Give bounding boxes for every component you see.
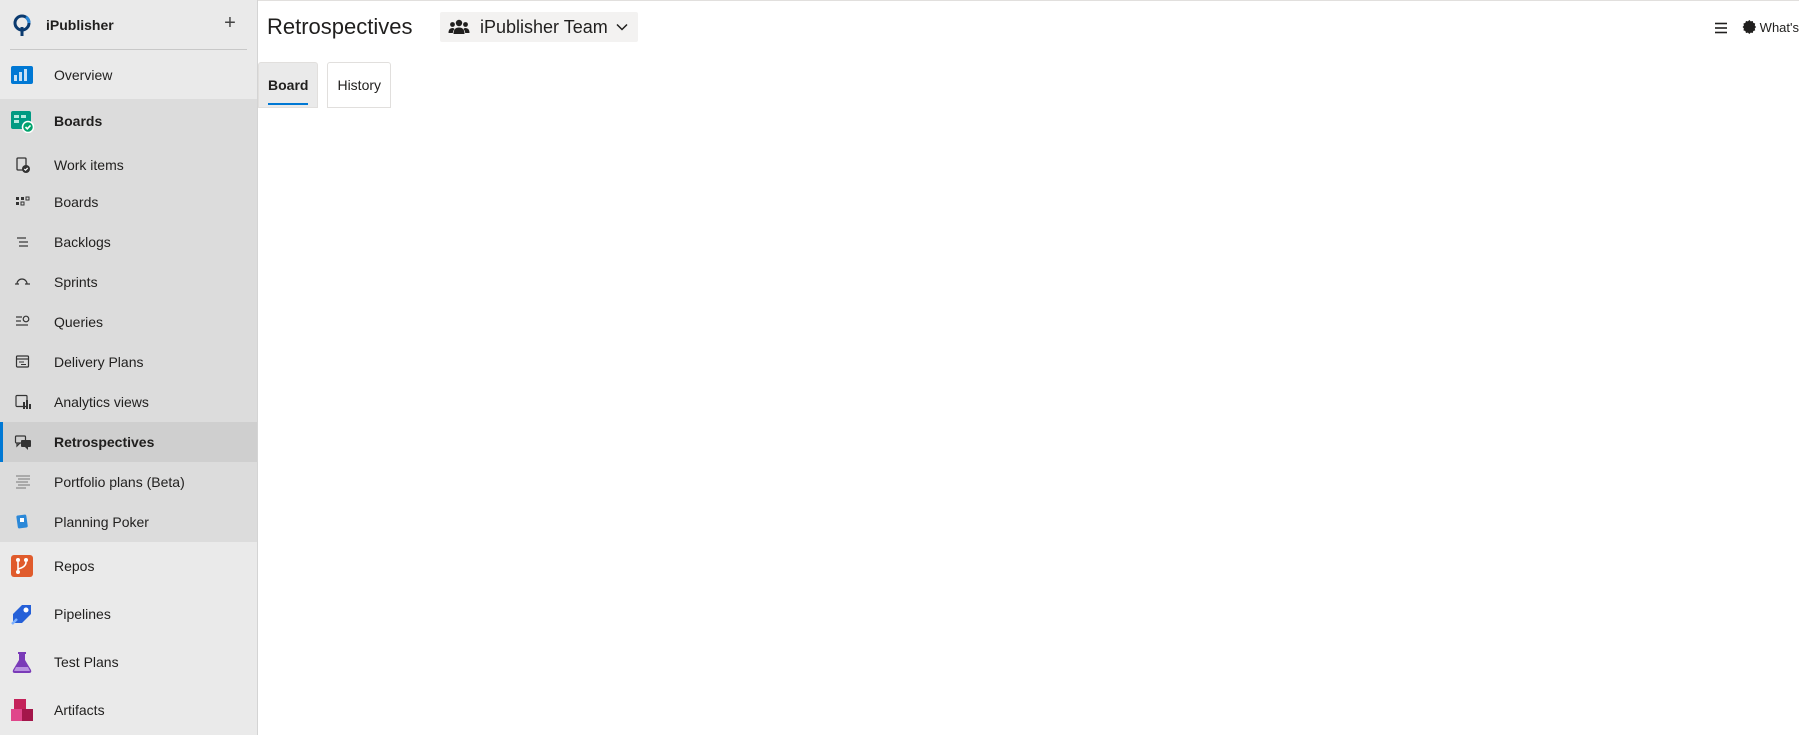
- nav-test-plans-label: Test Plans: [54, 654, 119, 670]
- divider: [10, 49, 247, 50]
- tab-board[interactable]: Board: [258, 62, 319, 108]
- project-logo-icon: [13, 14, 31, 36]
- nav-pipelines-label: Pipelines: [54, 606, 111, 622]
- nav-pipelines[interactable]: Pipelines: [0, 590, 257, 638]
- team-name: iPublisher Team: [480, 16, 608, 37]
- sprints-icon: [15, 278, 30, 285]
- nav-analytics-views[interactable]: Analytics views: [0, 382, 257, 422]
- badge-icon: [1742, 20, 1756, 35]
- nav-boards-sub[interactable]: Boards: [0, 182, 257, 222]
- nav-work-items-label: Work items: [54, 156, 124, 173]
- nav-overview-label: Overview: [54, 67, 113, 83]
- add-icon[interactable]: +: [219, 13, 241, 35]
- nav-overview[interactable]: Overview: [0, 51, 257, 99]
- retrospectives-icon: [14, 435, 31, 450]
- portfolio-plans-icon: [16, 475, 30, 489]
- tab-history[interactable]: History: [327, 62, 392, 108]
- nav-artifacts[interactable]: Artifacts: [0, 686, 257, 734]
- nav-backlogs-label: Backlogs: [54, 234, 111, 250]
- nav-work-items[interactable]: Work items: [0, 147, 257, 182]
- overview-icon: [11, 66, 33, 84]
- nav-queries[interactable]: Queries: [0, 302, 257, 342]
- nav-boards-label: Boards: [54, 113, 103, 129]
- nav-analytics-views-label: Analytics views: [54, 394, 149, 410]
- nav-repos-label: Repos: [54, 558, 95, 574]
- backlogs-icon: [17, 237, 28, 247]
- nav-boards-sub-label: Boards: [54, 194, 99, 210]
- nav-retrospectives-label: Retrospectives: [54, 434, 155, 450]
- planning-poker-icon: [16, 514, 28, 529]
- nav-planning-poker[interactable]: Planning Poker: [0, 502, 257, 542]
- whats-new-button[interactable]: What's: [1742, 20, 1799, 35]
- boards-icon: [11, 111, 34, 133]
- project-name: iPublisher: [46, 17, 114, 33]
- board-columns-icon: [16, 196, 30, 206]
- work-items-icon: [16, 156, 30, 173]
- artifacts-icon: [11, 699, 33, 721]
- nav-retrospectives[interactable]: Retrospectives: [0, 422, 257, 462]
- page-title: Retrospectives: [267, 14, 413, 39]
- nav-artifacts-label: Artifacts: [54, 702, 105, 718]
- sidebar: iPublisher + Overview Boards Work items …: [0, 0, 258, 735]
- nav-backlogs[interactable]: Backlogs: [0, 222, 257, 262]
- hamburger-menu-icon[interactable]: [1713, 20, 1729, 36]
- boards-group: Boards Work items Boards Backlogs Sprint…: [0, 99, 257, 542]
- board-content-area: [258, 108, 1799, 735]
- team-icon: [448, 19, 470, 34]
- analytics-views-icon: [15, 394, 31, 409]
- nav-boards[interactable]: Boards: [0, 99, 257, 143]
- nav-test-plans[interactable]: Test Plans: [0, 638, 257, 686]
- nav-sprints-label: Sprints: [54, 274, 98, 290]
- nav-delivery-plans-label: Delivery Plans: [54, 354, 144, 370]
- nav-queries-label: Queries: [54, 314, 104, 330]
- test-plans-icon: [12, 652, 32, 673]
- chevron-down-icon: [616, 23, 628, 31]
- repos-icon: [11, 555, 33, 577]
- nav-repos[interactable]: Repos: [0, 542, 257, 590]
- view-tabs: Board History: [258, 62, 400, 108]
- queries-icon: [16, 315, 30, 326]
- pipelines-icon: [11, 605, 31, 625]
- whats-new-label: What's: [1759, 20, 1799, 35]
- team-picker[interactable]: iPublisher Team: [440, 12, 638, 42]
- nav-portfolio-plans-label: Portfolio plans (Beta): [54, 474, 185, 490]
- nav-sprints[interactable]: Sprints: [0, 262, 257, 302]
- project-header: iPublisher +: [0, 0, 257, 50]
- page-header: Retrospectives iPublisher Team What's: [258, 0, 1799, 56]
- nav-delivery-plans[interactable]: Delivery Plans: [0, 342, 257, 382]
- nav-planning-poker-label: Planning Poker: [54, 514, 149, 530]
- delivery-plans-icon: [15, 355, 30, 368]
- nav-portfolio-plans[interactable]: Portfolio plans (Beta): [0, 462, 257, 502]
